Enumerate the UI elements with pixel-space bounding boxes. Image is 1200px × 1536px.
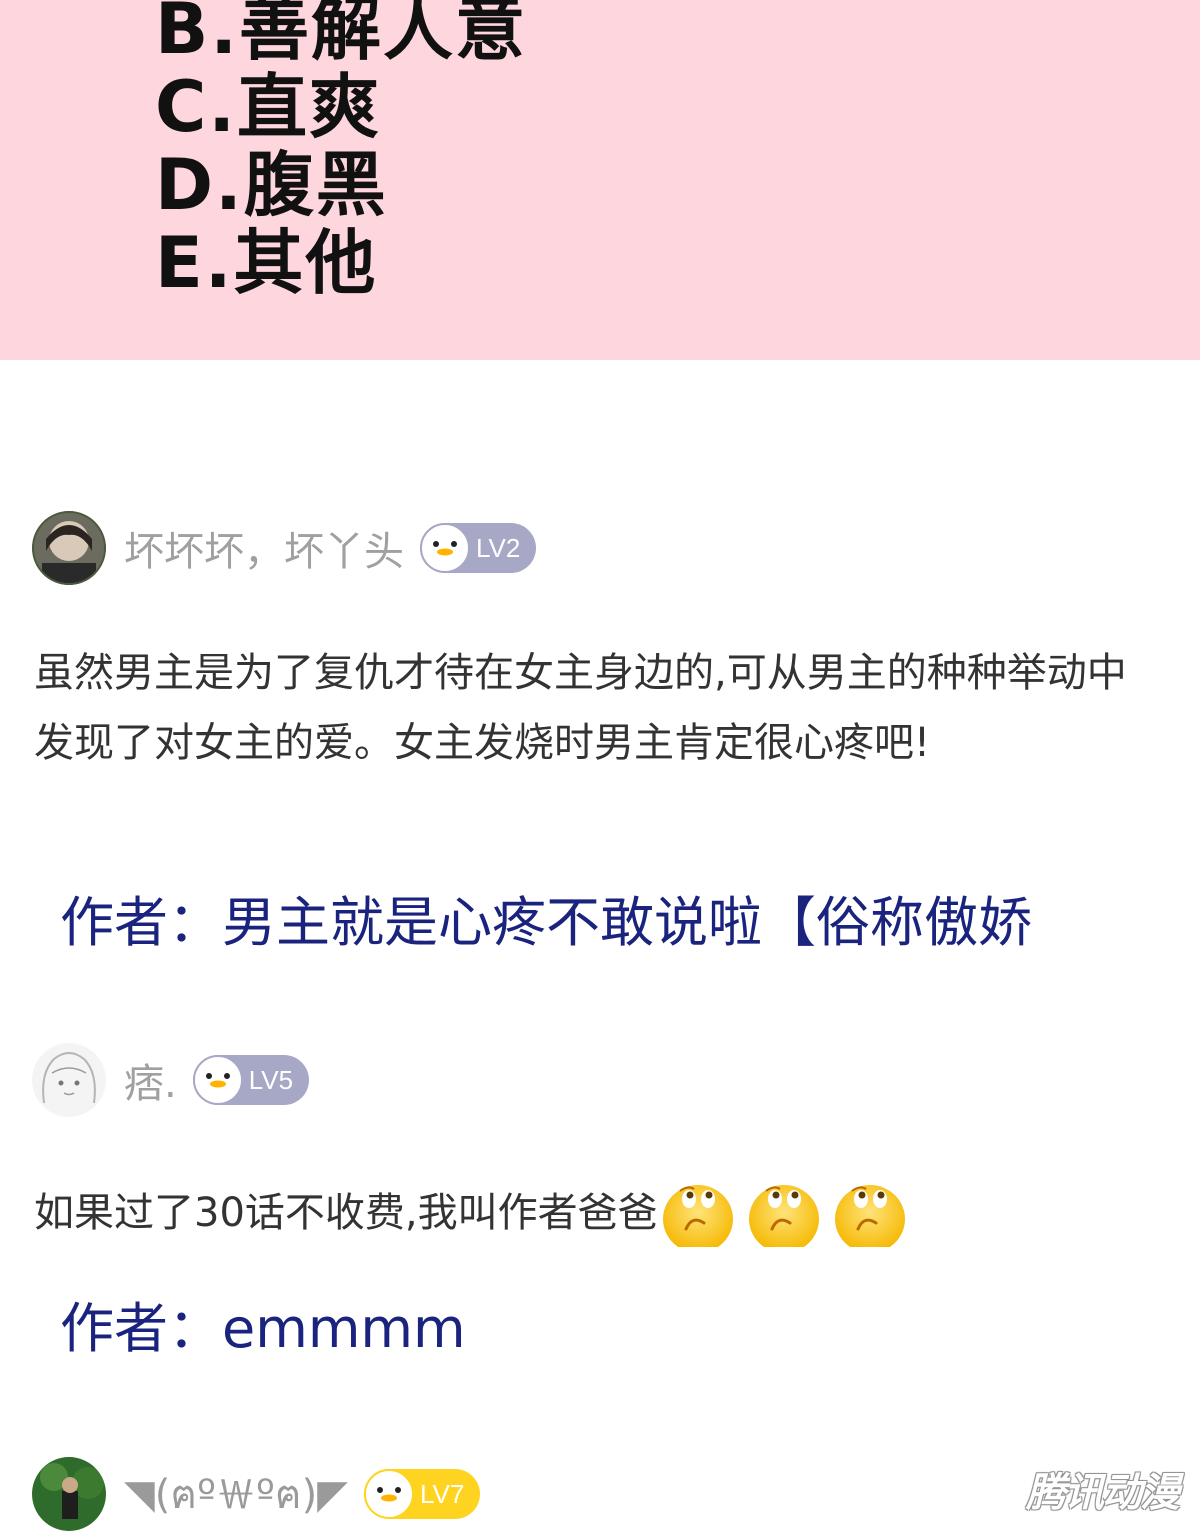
avatar[interactable] <box>32 511 106 585</box>
penguin-icon <box>363 1469 414 1519</box>
watermark-logo: 腾讯动漫 <box>1026 1470 1180 1516</box>
quiz-option-e: E.其他 <box>155 222 378 304</box>
level-badge: LV5 <box>192 1055 310 1105</box>
level-badge: LV2 <box>420 523 537 573</box>
avatar[interactable] <box>32 1043 106 1117</box>
thinking-emoji-icon <box>662 1185 733 1247</box>
author-reply: 作者：男主就是心疼不敢说啦【俗称傲娇 <box>60 891 1032 954</box>
penguin-icon <box>420 523 470 573</box>
level-text: LV7 <box>419 1478 465 1509</box>
author-reply: 作者：emmmm <box>60 1297 466 1360</box>
comment-header: ◥(ฅº￦ºฅ)◤ LV7 <box>32 1456 481 1532</box>
thinking-emoji-icon <box>748 1185 819 1247</box>
avatar[interactable] <box>32 1457 106 1531</box>
comment-header: 痞. LV5 <box>32 1042 310 1118</box>
comment-body: 虽然男主是为了复仇才待在女主身边的,可从男主的种种举动中发现了对女主的爱。女主发… <box>34 650 1127 766</box>
level-badge: LV7 <box>363 1469 481 1519</box>
comment-body: 如果过了30话不收费,我叫作者爸爸 <box>34 1178 1154 1248</box>
penguin-icon <box>192 1055 243 1105</box>
username[interactable]: 坏坏坏，坏丫头 <box>124 519 404 577</box>
quiz-option-b: B.善解人意 <box>155 0 527 70</box>
level-text: LV2 <box>476 532 521 563</box>
quiz-option-d: D.腹黑 <box>155 144 388 226</box>
thinking-emoji-icon <box>834 1185 905 1247</box>
comment-body-text: 如果过了30话不收费,我叫作者爸爸 <box>34 1190 658 1236</box>
quiz-option-c: C.直爽 <box>155 66 381 148</box>
username[interactable]: ◥(ฅº￦ºฅ)◤ <box>124 1462 348 1526</box>
emoji-row <box>662 1183 906 1247</box>
quiz-options-list: B.善解人意 C.直爽 D.腹黑 E.其他 <box>155 0 527 302</box>
quiz-banner: B.善解人意 C.直爽 D.腹黑 E.其他 <box>0 0 1200 360</box>
comment-header: 坏坏坏，坏丫头 LV2 <box>32 510 537 586</box>
level-text: LV5 <box>248 1064 294 1095</box>
username[interactable]: 痞. <box>124 1051 177 1109</box>
